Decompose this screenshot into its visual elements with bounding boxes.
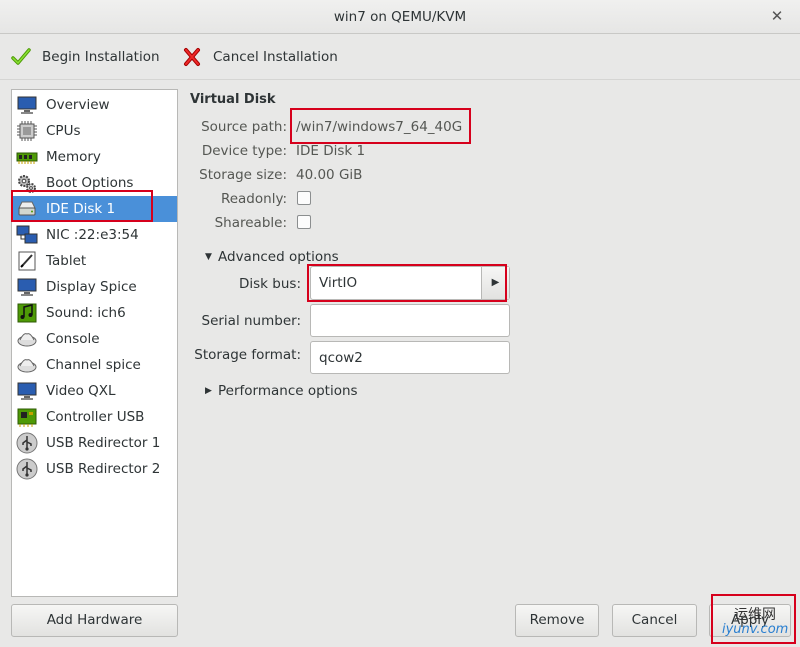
sidebar-item-label: Display Spice xyxy=(46,279,137,295)
storage-size-value: 40.00 GiB xyxy=(296,167,363,183)
begin-installation-label: Begin Installation xyxy=(42,49,160,65)
sidebar-item-label: Boot Options xyxy=(46,175,134,191)
sidebar-item-label: USB Redirector 1 xyxy=(46,435,161,451)
storage-format-label: Storage format: xyxy=(194,347,301,363)
sidebar-item-tablet[interactable]: Tablet xyxy=(12,248,177,274)
toolbar: Begin Installation Cancel Installation xyxy=(0,34,800,80)
sidebar-item-label: Tablet xyxy=(46,253,87,269)
cancel-installation-label: Cancel Installation xyxy=(213,49,338,65)
tablet-icon xyxy=(16,250,38,272)
dropdown-arrow-icon[interactable]: ▶ xyxy=(481,267,509,299)
sidebar-item-label: Sound: ich6 xyxy=(46,305,126,321)
cancel-installation-button[interactable]: Cancel Installation xyxy=(181,45,338,69)
add-hardware-button[interactable]: Add Hardware xyxy=(11,604,178,637)
sidebar-item-memory[interactable]: Memory xyxy=(12,144,177,170)
performance-options-label: Performance options xyxy=(218,383,358,399)
display-icon xyxy=(16,276,38,298)
gears-icon xyxy=(16,172,38,194)
sidebar-item-video-qxl[interactable]: Video QXL xyxy=(12,378,177,404)
sidebar-item-label: Overview xyxy=(46,97,110,113)
collapsed-arrow-icon: ▶ xyxy=(205,386,212,396)
close-icon[interactable]: ✕ xyxy=(768,7,786,25)
serial-number-label: Serial number: xyxy=(201,313,302,329)
memory-icon xyxy=(16,146,38,168)
readonly-checkbox[interactable] xyxy=(297,191,311,205)
begin-installation-button[interactable]: Begin Installation xyxy=(10,45,160,69)
shareable-label: Shareable: xyxy=(214,215,287,231)
sidebar-item-display-spice[interactable]: Display Spice xyxy=(12,274,177,300)
sidebar-item-console[interactable]: Console xyxy=(12,326,177,352)
usb-icon xyxy=(16,432,38,454)
sidebar-item-label: NIC :22:e3:54 xyxy=(46,227,139,243)
sidebar-item-label: Console xyxy=(46,331,100,347)
source-path-value: /win7/windows7_64_40G xyxy=(296,119,463,135)
sidebar-item-channel-spice[interactable]: Channel spice xyxy=(12,352,177,378)
advanced-options-expander[interactable]: ▼ Advanced options xyxy=(205,249,339,265)
sidebar-item-usb-redirector-1[interactable]: USB Redirector 1 xyxy=(12,430,177,456)
sidebar-item-label: Memory xyxy=(46,149,101,165)
disk-bus-label: Disk bus: xyxy=(239,276,301,292)
storage-format-input[interactable] xyxy=(310,341,510,374)
sidebar-item-label: CPUs xyxy=(46,123,81,139)
serial-number-input[interactable] xyxy=(310,304,510,337)
title-bar: win7 on QEMU/KVM ✕ xyxy=(0,0,800,34)
disk-icon xyxy=(16,198,38,220)
performance-options-expander[interactable]: ▶ Performance options xyxy=(205,383,358,399)
usb-icon xyxy=(16,458,38,480)
sidebar-item-boot-options[interactable]: Boot Options xyxy=(12,170,177,196)
advanced-options-label: Advanced options xyxy=(218,249,339,265)
cancel-button[interactable]: Cancel xyxy=(612,604,697,637)
sound-icon xyxy=(16,302,38,324)
apply-button[interactable]: Apply xyxy=(709,604,791,637)
sidebar-item-ide-disk-1[interactable]: IDE Disk 1 xyxy=(12,196,177,222)
device-type-label: Device type: xyxy=(201,143,287,159)
sidebar-item-label: USB Redirector 2 xyxy=(46,461,161,477)
disk-bus-combo[interactable]: VirtIO ▶ xyxy=(310,266,510,300)
channel-icon xyxy=(16,354,38,376)
cpu-icon xyxy=(16,120,38,142)
sidebar-item-usb-redirector-2[interactable]: USB Redirector 2 xyxy=(12,456,177,482)
disk-bus-value: VirtIO xyxy=(319,275,358,291)
sidebar-item-cpus[interactable]: CPUs xyxy=(12,118,177,144)
green-check-icon xyxy=(10,46,32,68)
expanded-arrow-icon: ▼ xyxy=(205,252,212,262)
sidebar-item-label: Channel spice xyxy=(46,357,141,373)
remove-button[interactable]: Remove xyxy=(515,604,599,637)
storage-size-label: Storage size: xyxy=(199,167,287,183)
device-type-value: IDE Disk 1 xyxy=(296,143,366,159)
sidebar-item-controller-usb[interactable]: Controller USB xyxy=(12,404,177,430)
sidebar-item-overview[interactable]: Overview xyxy=(12,92,177,118)
red-x-icon xyxy=(181,46,203,68)
sidebar-item-label: IDE Disk 1 xyxy=(46,201,116,217)
sidebar-item-label: Controller USB xyxy=(46,409,145,425)
sidebar-item-nic[interactable]: NIC :22:e3:54 xyxy=(12,222,177,248)
shareable-checkbox[interactable] xyxy=(297,215,311,229)
window-title: win7 on QEMU/KVM xyxy=(333,9,467,25)
source-path-label: Source path: xyxy=(201,119,287,135)
disk-details-panel: Virtual Disk Source path: /win7/windows7… xyxy=(189,89,789,589)
controller-icon xyxy=(16,406,38,428)
readonly-label: Readonly: xyxy=(220,191,287,207)
sidebar-item-label: Video QXL xyxy=(46,383,116,399)
console-icon xyxy=(16,328,38,350)
monitor-icon xyxy=(16,94,38,116)
section-title: Virtual Disk xyxy=(190,92,276,107)
network-icon xyxy=(16,224,38,246)
hardware-list: Overview CPUs Memory Boot Options IDE Di… xyxy=(11,89,178,597)
video-icon xyxy=(16,380,38,402)
sidebar-item-sound[interactable]: Sound: ich6 xyxy=(12,300,177,326)
